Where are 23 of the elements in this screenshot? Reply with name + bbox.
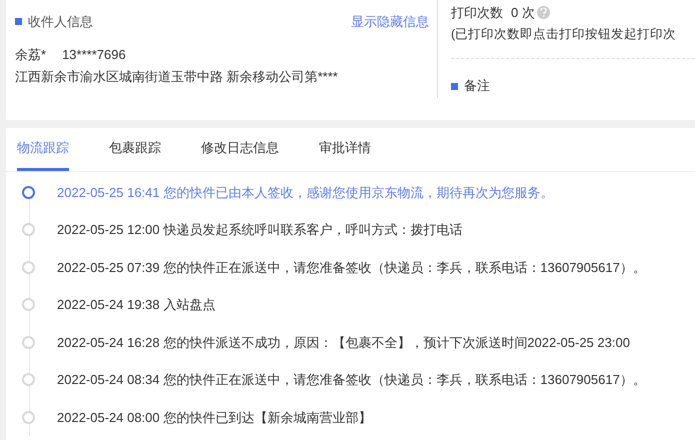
timeline-entry: 2022-05-24 08:34 您的快件正在派送中，请您准备签收（快递员：李兵，联系电话：13607905617）。 [57, 371, 646, 389]
tab[interactable]: 物流跟踪 [17, 138, 69, 170]
recipient-address: 江西新余市渝水区城南街道玉带中路 新余移动公司第**** [15, 68, 339, 86]
recipient-phone: 13****7696 [62, 46, 126, 64]
section-marker-icon [451, 82, 458, 90]
timeline-entry: 2022-05-25 12:00 快递员发起系统呼叫联系客户，呼叫方式：拨打电话 [57, 221, 462, 239]
help-icon[interactable] [536, 6, 550, 20]
section-marker-icon [15, 18, 22, 26]
timeline-entry: 2022-05-25 07:39 您的快件正在派送中，请您准备签收（快递员：李兵，联系电话：13607905617）。 [57, 258, 646, 276]
print-count-label: 打印次数 [451, 4, 503, 22]
show-hidden-info-link[interactable]: 显示隐藏信息 [351, 12, 429, 32]
timeline-entry: 2022-05-25 16:41 您的快件已由本人签收，感谢您使用京东物流，期待再次为您服务。 [57, 184, 554, 202]
tab[interactable]: 包裹跟踪 [109, 138, 161, 170]
print-note: (已打印次数即点击打印按钮发起打印次 [451, 26, 678, 43]
remarks-title: 备注 [464, 77, 490, 96]
timeline-entry: 2022-05-24 19:38 入站盘点 [57, 296, 216, 314]
tab[interactable]: 审批详情 [319, 138, 371, 170]
tab[interactable]: 修改日志信息 [201, 138, 279, 170]
print-count: 0 次 [511, 4, 535, 22]
section-title: 收件人信息 [28, 13, 93, 31]
recipient-name: 余荔* [15, 46, 46, 64]
timeline-entry: 2022-05-24 08:00 您的快件已到达【新余城南营业部】 [57, 408, 372, 426]
timeline-entry: 2022-05-24 16:28 您的快件派送不成功，原因：【包裹不全】，预计下次派送时间2022-05-25 23:00 [57, 334, 630, 352]
